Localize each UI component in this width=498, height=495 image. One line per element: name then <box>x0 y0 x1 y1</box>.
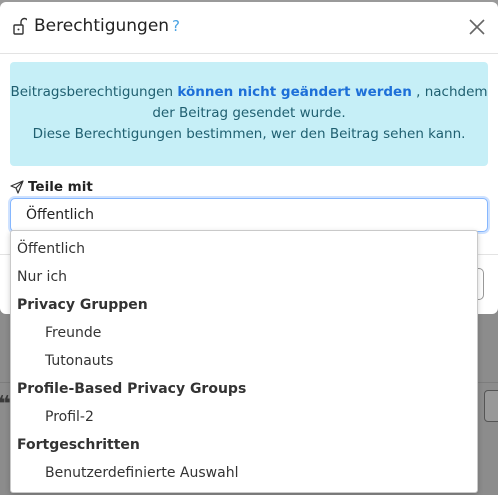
share-with-selected-value: Öffentlich <box>26 207 94 223</box>
background-button-edge <box>484 390 498 422</box>
modal-header: Berechtigungen ? <box>0 2 498 54</box>
dropdown-option[interactable]: Freunde <box>11 319 477 347</box>
share-label: Teile mit <box>28 179 93 195</box>
dropdown-option[interactable]: Tutonauts <box>11 347 477 375</box>
dropdown-group-label: Fortgeschritten <box>17 437 140 453</box>
dropdown-group-label: Privacy Gruppen <box>17 297 148 313</box>
info-text-prefix: Beitragsberechtigungen <box>10 84 174 100</box>
info-alert: Beitragsberechtigungen können nicht geän… <box>10 62 488 166</box>
dropdown-option[interactable]: Profil-2 <box>11 403 477 431</box>
lock-open-icon <box>13 17 27 35</box>
share-with-dropdown: Öffentlich Nur ich Privacy Gruppen Freun… <box>10 230 478 493</box>
dropdown-option[interactable]: Öffentlich <box>11 235 477 263</box>
info-line-2: der Beitrag gesendet wurde. <box>152 105 346 121</box>
info-line-1: Beitragsberechtigungen können nicht geän… <box>10 82 488 103</box>
info-line-3: Diese Berechtigungen bestimmen, wer den … <box>32 126 466 142</box>
modal-title: Berechtigungen <box>34 16 170 36</box>
share-with-select[interactable]: Öffentlich <box>10 198 488 232</box>
dropdown-group-label: Profile-Based Privacy Groups <box>17 381 247 397</box>
info-text-suffix: , nachdem <box>416 84 488 100</box>
dropdown-option[interactable]: Benutzerdefinierte Auswahl <box>11 459 477 487</box>
send-icon <box>10 180 24 194</box>
close-icon[interactable] <box>466 16 488 38</box>
help-icon[interactable]: ? <box>172 17 180 35</box>
info-text-strong: können nicht geändert werden <box>177 84 412 100</box>
dropdown-option[interactable]: Nur ich <box>11 263 477 291</box>
